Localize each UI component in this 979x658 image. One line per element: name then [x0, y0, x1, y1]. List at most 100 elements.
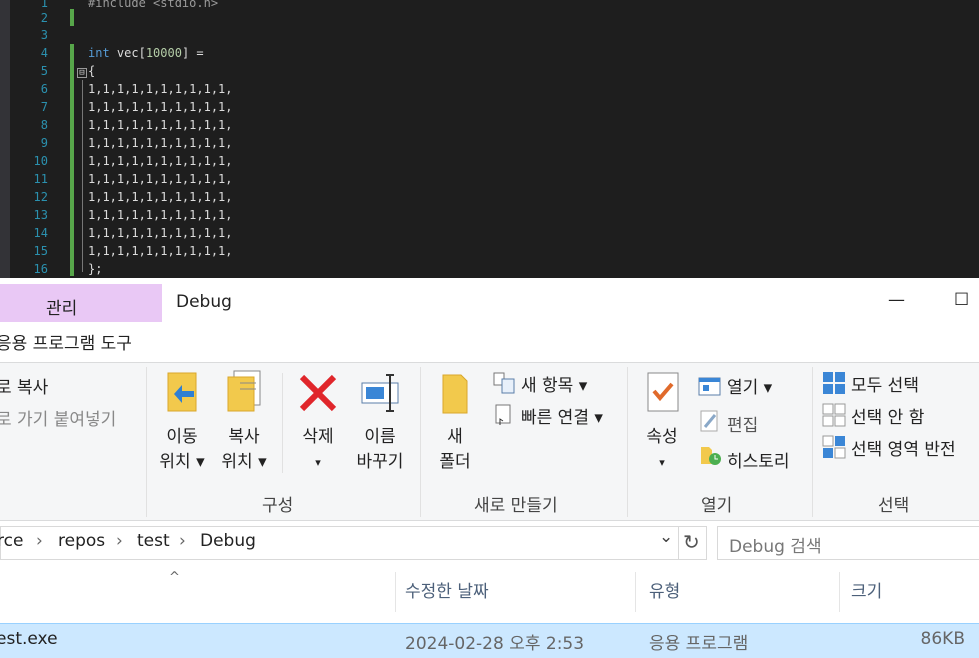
breadcrumb-item[interactable]: test: [137, 531, 170, 551]
address-divider: [678, 527, 679, 559]
move-to-label: 위치 ▾: [159, 452, 205, 472]
group-label-organize: 구성: [262, 496, 294, 516]
copy-to-label: 위치 ▾: [221, 452, 267, 472]
refresh-icon[interactable]: ↻: [683, 530, 700, 554]
tab-manage-label: 관리: [46, 299, 78, 319]
line-number: 7: [40, 100, 48, 114]
copy-to-label: 복사: [228, 427, 260, 447]
address-dropdown-icon[interactable]: ⌄: [659, 527, 673, 547]
breadcrumb-item[interactable]: repos: [58, 531, 105, 551]
column-header-modified[interactable]: 수정한 날짜: [396, 572, 636, 612]
history-button[interactable]: 히스토리: [727, 447, 790, 472]
rename-button[interactable]: 이름 바꾸기: [352, 369, 408, 475]
code-line: 1,1,1,1,1,1,1,1,1,1,: [88, 244, 233, 258]
breadcrumb-separator-icon[interactable]: ›: [36, 531, 43, 551]
line-number: 3: [40, 28, 48, 42]
line-number: 15: [33, 244, 48, 258]
group-label-new: 새로 만들기: [474, 496, 558, 516]
maximize-button[interactable]: ☐: [954, 290, 969, 310]
code-line: };: [88, 262, 103, 276]
rename-icon: [361, 374, 399, 412]
code-line: int vec[10000] =: [88, 44, 204, 62]
address-bar[interactable]: rce › repos › test › Debug ⌄ ↻: [0, 526, 707, 560]
code-line: 1,1,1,1,1,1,1,1,1,1,: [88, 154, 233, 168]
delete-x-icon: [299, 374, 337, 412]
file-modified: 2024-02-28 오후 2:53: [405, 634, 585, 654]
breadcrumb-item[interactable]: rce: [0, 531, 23, 551]
file-type: 응용 프로그램: [649, 634, 749, 654]
minimize-button[interactable]: —: [888, 290, 905, 310]
group-separator: [812, 367, 813, 517]
line-number: 16: [33, 262, 48, 276]
breadcrumb-item[interactable]: Debug: [200, 531, 256, 551]
folder-icon: [442, 374, 468, 414]
column-header-type[interactable]: 유형: [638, 572, 840, 612]
code-line: 1,1,1,1,1,1,1,1,1,1,: [88, 190, 233, 204]
open-button[interactable]: 열기 ▾: [727, 373, 772, 398]
line-number: 10: [33, 154, 48, 168]
tab-manage[interactable]: 관리: [0, 284, 162, 322]
open-icon: [698, 375, 722, 401]
code-line: {: [88, 64, 96, 78]
fold-toggle-icon[interactable]: ⊟: [77, 68, 87, 78]
delete-label: 삭제: [302, 427, 334, 447]
copy-to-button[interactable]: 복사 위치 ▾: [218, 369, 270, 475]
search-placeholder: Debug 검색: [729, 537, 822, 557]
invert-selection-icon: [822, 435, 846, 463]
code-text: vec[: [109, 46, 146, 60]
ribbon: 로 복사 로 가기 붙여넣기 이동 위치 ▾ 복사 위치 ▾ 삭제 ▾ 이름 바…: [0, 362, 979, 521]
column-header-name[interactable]: ^: [0, 570, 396, 612]
code-line: 1,1,1,1,1,1,1,1,1,1,: [88, 226, 233, 240]
edit-pencil-icon: [699, 409, 721, 437]
new-item-button[interactable]: 새 항목 ▾: [521, 371, 587, 396]
code-line: 1,1,1,1,1,1,1,1,1,1,: [88, 172, 233, 186]
copy-path-button[interactable]: 로 복사: [0, 373, 48, 398]
move-to-label: 이동: [166, 427, 198, 447]
breadcrumb-separator-icon[interactable]: ›: [116, 531, 123, 551]
change-marker: [70, 9, 74, 26]
code-line: 1,1,1,1,1,1,1,1,1,1,: [88, 208, 233, 222]
breadcrumb-separator-icon[interactable]: ›: [179, 531, 186, 551]
code-editor[interactable]: 1 2 3 4 5 6 7 8 9 10 11 12 13 14 15 16 ⊟…: [0, 0, 979, 278]
invert-selection-button[interactable]: 선택 영역 반전: [851, 435, 956, 460]
window-title: Debug: [176, 292, 232, 312]
column-header-size[interactable]: 크기: [842, 572, 979, 612]
keyword-int: int: [88, 46, 110, 60]
history-icon: [699, 443, 723, 471]
properties-checkmark-icon: [647, 372, 679, 412]
line-number: 13: [33, 208, 48, 222]
code-line: #include <stdio.h>: [88, 0, 219, 10]
file-row-selected[interactable]: est.exe 2024-02-28 오후 2:53 응용 프로그램 86KB: [0, 623, 979, 658]
file-name: est.exe: [0, 629, 58, 649]
delete-button[interactable]: 삭제 ▾: [294, 369, 342, 475]
select-all-button[interactable]: 모두 선택: [851, 371, 919, 396]
change-marker: [70, 44, 74, 276]
code-line: 1,1,1,1,1,1,1,1,1,1,: [88, 100, 233, 114]
file-size: 86KB: [920, 629, 965, 649]
line-number: 2: [40, 11, 48, 25]
code-line: 1,1,1,1,1,1,1,1,1,1,: [88, 82, 233, 96]
code-line: 1,1,1,1,1,1,1,1,1,1,: [88, 136, 233, 150]
select-all-icon: [822, 371, 846, 399]
select-none-button[interactable]: 선택 안 함: [851, 403, 924, 428]
line-number: 9: [40, 136, 48, 150]
move-to-button[interactable]: 이동 위치 ▾: [156, 369, 208, 475]
paste-shortcut-button[interactable]: 로 가기 붙여넣기: [0, 405, 116, 430]
group-separator: [282, 373, 283, 473]
code-text: ] =: [181, 46, 204, 60]
new-item-icon: [492, 371, 516, 399]
search-box[interactable]: Debug 검색: [717, 526, 979, 560]
group-separator: [420, 367, 421, 517]
edit-button[interactable]: 편집: [727, 411, 758, 436]
line-number: 8: [40, 118, 48, 132]
group-label-select: 선택: [878, 496, 910, 516]
rename-label: 이름: [364, 427, 396, 447]
column-header-row: ^ 수정한 날짜 유형 크기: [0, 570, 979, 612]
select-none-icon: [822, 403, 846, 431]
new-folder-button[interactable]: 새 폴더: [430, 369, 480, 475]
fold-guide: [82, 80, 83, 272]
dropdown-arrow-icon: ▾: [659, 456, 665, 469]
editor-left-margin: [0, 0, 10, 278]
properties-button[interactable]: 속성 ▾: [638, 369, 686, 475]
easy-access-button[interactable]: 빠른 연결 ▾: [521, 403, 603, 428]
